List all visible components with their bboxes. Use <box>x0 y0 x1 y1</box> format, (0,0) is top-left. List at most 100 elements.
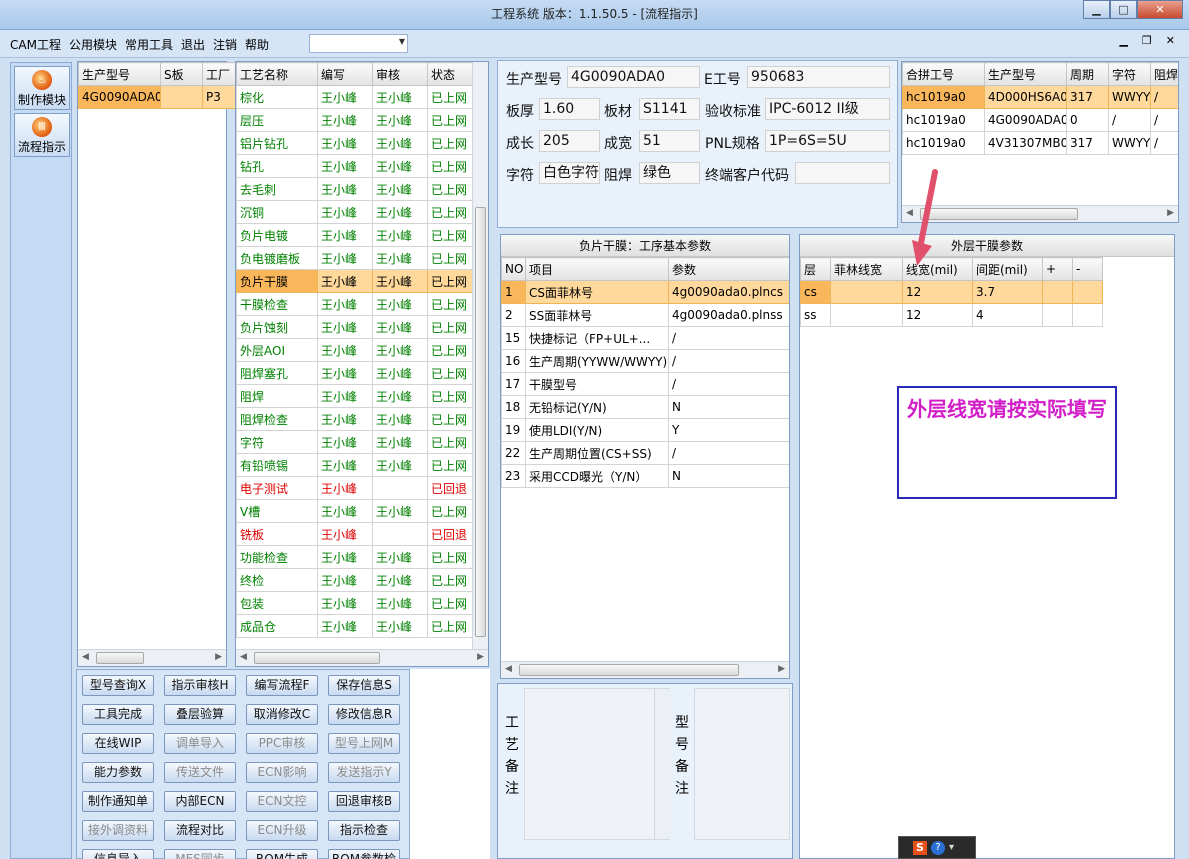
table-row[interactable]: 负片蚀刻 王小峰 王小峰 已上网 <box>236 315 475 339</box>
action-button[interactable]: 叠层验算 <box>164 704 236 725</box>
table-cell[interactable] <box>830 303 903 327</box>
action-button[interactable]: ECN升级 <box>246 820 318 841</box>
col-header[interactable]: 菲林线宽 <box>830 257 903 281</box>
table-row[interactable]: 4G0090ADA0 P3 <box>78 85 249 109</box>
table-row[interactable]: 阻焊 王小峰 王小峰 已上网 <box>236 384 475 408</box>
col-header[interactable]: 生产型号 <box>78 62 161 86</box>
table-row[interactable]: V槽 王小峰 王小峰 已上网 <box>236 499 475 523</box>
model-remark-field[interactable] <box>694 688 790 840</box>
table-cell[interactable] <box>1072 303 1103 327</box>
model-field[interactable]: 4G0090ADA0 <box>567 66 700 88</box>
nav-make-module[interactable]: ♨ 制作模块 <box>14 66 70 110</box>
action-button[interactable]: MES同步 <box>164 849 236 859</box>
col-header[interactable]: 阻焊 <box>1150 62 1178 86</box>
action-button[interactable]: 传送文件 <box>164 762 236 783</box>
legend-field[interactable]: 白色字符 <box>539 162 600 184</box>
table-row[interactable]: 有铅喷锡 王小峰 王小峰 已上网 <box>236 453 475 477</box>
length-field[interactable]: 205 <box>539 130 600 152</box>
action-button[interactable]: 型号上网M <box>328 733 400 754</box>
table-row[interactable]: 18 无铅标记(Y/N) N <box>501 395 789 419</box>
col-header[interactable]: + <box>1042 257 1073 281</box>
horizontal-scrollbar[interactable]: ◀ ▶ <box>501 661 789 678</box>
table-row[interactable]: hc1019a0 4D000HS6A0 317 WWYY / <box>902 85 1178 109</box>
table-row[interactable]: hc1019a0 4G0090ADA0 0// <box>902 108 1178 132</box>
table-row[interactable]: ss 12 4 <box>800 303 1103 327</box>
mdi-close-icon[interactable]: ✕ <box>1166 34 1175 47</box>
table-row[interactable]: 成品仓 王小峰 王小峰 已上网 <box>236 614 475 638</box>
table-row[interactable]: 阻焊塞孔 王小峰 王小峰 已上网 <box>236 361 475 385</box>
pnl-field[interactable]: 1P=6S=5U <box>765 130 890 152</box>
table-row[interactable]: 层压 王小峰 王小峰 已上网 <box>236 108 475 132</box>
col-header[interactable]: 间距(mil) <box>972 257 1043 281</box>
col-header[interactable]: 参数 <box>668 257 789 281</box>
table-row[interactable]: cs 12 3.7 <box>800 280 1103 304</box>
action-button[interactable]: PPC审核 <box>246 733 318 754</box>
table-row[interactable]: 铣板 王小峰 已回退 <box>236 522 475 546</box>
table-row[interactable]: 终检 王小峰 王小峰 已上网 <box>236 568 475 592</box>
table-row[interactable]: 字符 王小峰 王小峰 已上网 <box>236 430 475 454</box>
menu-item-logout[interactable]: 注销 <box>213 36 237 53</box>
table-row[interactable]: 功能检查 王小峰 王小峰 已上网 <box>236 545 475 569</box>
vertical-scrollbar[interactable] <box>654 689 670 839</box>
table-row[interactable]: 17 干膜型号 / <box>501 372 789 396</box>
action-button[interactable]: 接外调资料 <box>82 820 154 841</box>
menu-item-exit[interactable]: 退出 <box>181 36 205 53</box>
menu-combo-box[interactable]: ▼ <box>309 34 408 53</box>
maximize-icon[interactable]: □ <box>1110 0 1137 19</box>
horizontal-scrollbar[interactable]: ◀ ▶ <box>236 649 488 666</box>
table-row[interactable]: hc1019a0 4V31307MB0 317 WWYY / <box>902 131 1178 155</box>
action-button[interactable]: 指示检查 <box>328 820 400 841</box>
action-button[interactable]: 在线WIP <box>82 733 154 754</box>
action-button[interactable]: 内部ECN <box>164 791 236 812</box>
vertical-scrollbar[interactable] <box>472 62 488 650</box>
chevron-down-icon[interactable]: ▾ <box>949 842 954 853</box>
help-icon[interactable]: ? <box>931 840 945 855</box>
table-row[interactable]: 负片干膜 王小峰 王小峰 已上网 <box>236 269 475 293</box>
table-row[interactable]: 19 使用LDI(Y/N) Y <box>501 418 789 442</box>
table-row[interactable]: 负电镀磨板 王小峰 王小峰 已上网 <box>236 246 475 270</box>
col-header[interactable]: 审核 <box>372 62 428 86</box>
table-cell[interactable]: ss <box>800 303 831 327</box>
table-row[interactable]: 外层AOI 王小峰 王小峰 已上网 <box>236 338 475 362</box>
table-cell[interactable]: cs <box>800 280 831 304</box>
action-button[interactable]: ECN影响 <box>246 762 318 783</box>
action-button[interactable]: 回退审核B <box>328 791 400 812</box>
horizontal-scrollbar[interactable]: ◀ ▶ <box>78 649 226 666</box>
table-row[interactable]: 2 SS面菲林号 4g0090ada0.plnss <box>501 303 789 327</box>
col-header[interactable]: 项目 <box>525 257 669 281</box>
col-header[interactable]: 状态 <box>427 62 475 86</box>
action-button[interactable]: ECN文控 <box>246 791 318 812</box>
menu-item-common-module[interactable]: 公用模块 <box>69 36 117 53</box>
menu-item-tools[interactable]: 常用工具 <box>125 36 173 53</box>
table-row[interactable]: 铝片钻孔 王小峰 王小峰 已上网 <box>236 131 475 155</box>
table-row[interactable]: 1 CS面菲林号 4g0090ada0.plncs <box>501 280 789 304</box>
action-button[interactable]: 能力参数 <box>82 762 154 783</box>
col-header[interactable]: 编写 <box>317 62 373 86</box>
col-header[interactable]: 生产型号 <box>984 62 1067 86</box>
eno-field[interactable]: 950683 <box>747 66 890 88</box>
standard-field[interactable]: IPC-6012 II级 <box>765 98 890 120</box>
action-button[interactable]: 调单导入 <box>164 733 236 754</box>
table-cell[interactable] <box>1042 280 1073 304</box>
thickness-field[interactable]: 1.60 <box>539 98 600 120</box>
col-header[interactable]: 字符 <box>1108 62 1151 86</box>
menu-item-help[interactable]: 帮助 <box>245 36 269 53</box>
table-row[interactable]: 沉铜 王小峰 王小峰 已上网 <box>236 200 475 224</box>
table-cell[interactable]: 12 <box>902 280 973 304</box>
col-header[interactable]: 周期 <box>1066 62 1109 86</box>
action-button[interactable]: 保存信息S <box>328 675 400 696</box>
table-row[interactable]: 棕化 王小峰 王小峰 已上网 <box>236 85 475 109</box>
table-row[interactable]: 电子测试 王小峰 已回退 <box>236 476 475 500</box>
action-button[interactable]: 工具完成 <box>82 704 154 725</box>
action-button[interactable]: 取消修改C <box>246 704 318 725</box>
action-button[interactable]: 型号查询X <box>82 675 154 696</box>
col-header[interactable]: 合拼工号 <box>902 62 985 86</box>
action-button[interactable]: 制作通知单 <box>82 791 154 812</box>
action-button[interactable]: 编写流程F <box>246 675 318 696</box>
action-button[interactable]: 信息导入 <box>82 849 154 859</box>
action-button[interactable]: 指示审核H <box>164 675 236 696</box>
sogou-icon[interactable]: S <box>913 840 927 855</box>
table-row[interactable]: 包装 王小峰 王小峰 已上网 <box>236 591 475 615</box>
close-icon[interactable]: ✕ <box>1137 0 1183 19</box>
action-button[interactable]: ROM参数检查 <box>328 849 400 859</box>
